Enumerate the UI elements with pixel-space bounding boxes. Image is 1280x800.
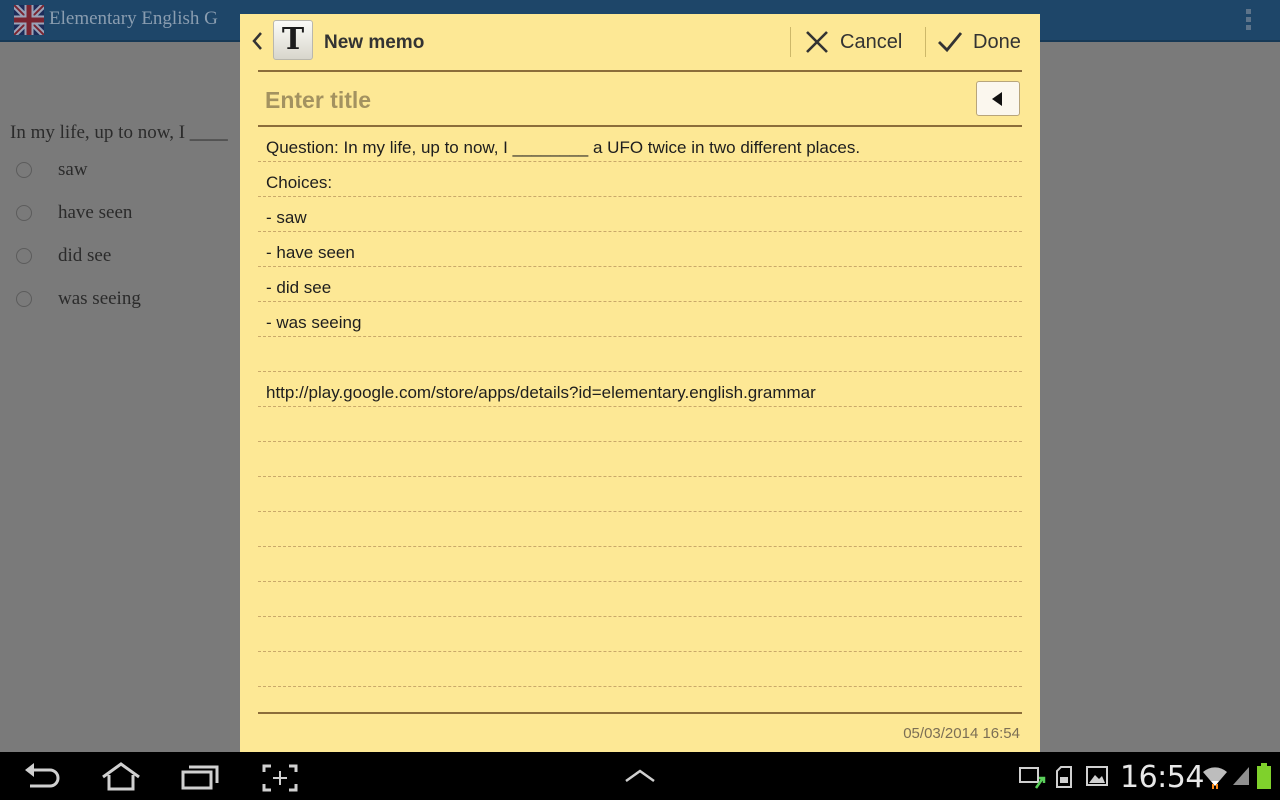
radio-button[interactable] <box>16 205 32 221</box>
sd-card-icon <box>1056 766 1072 788</box>
choice-label: have seen <box>58 202 133 223</box>
memo-line[interactable] <box>258 512 1022 547</box>
menu-up-icon[interactable] <box>624 768 656 784</box>
choice-label: was seeing <box>58 288 141 309</box>
memo-line[interactable]: - saw <box>258 197 1022 232</box>
clock: 16:54 <box>1120 760 1204 795</box>
background-question: In my life, up to now, I ____ <box>10 122 228 143</box>
memo-line[interactable]: - was seeing <box>258 302 1022 337</box>
cancel-button[interactable]: Cancel <box>804 26 902 58</box>
memo-line[interactable] <box>258 582 1022 617</box>
footer-rule <box>258 712 1022 714</box>
header-divider <box>925 27 926 57</box>
gallery-icon <box>1086 766 1108 786</box>
cancel-label: Cancel <box>840 30 903 53</box>
background-choice[interactable]: did see <box>16 243 111 269</box>
memo-line[interactable] <box>258 547 1022 582</box>
memo-line[interactable]: Question: In my life, up to now, I _____… <box>258 127 1022 162</box>
background-choice[interactable]: have seen <box>16 200 132 226</box>
uk-flag-icon <box>14 5 44 35</box>
background-app-title: Elementary English G <box>49 8 218 29</box>
memo-line[interactable] <box>258 617 1022 652</box>
choice-label: saw <box>58 159 88 180</box>
choice-label: did see <box>58 245 112 266</box>
home-icon[interactable] <box>100 762 142 792</box>
close-icon <box>806 31 828 53</box>
memo-body[interactable]: Question: In my life, up to now, I _____… <box>258 127 1022 687</box>
checkmark-icon <box>938 32 963 53</box>
radio-button[interactable] <box>16 291 32 307</box>
header-divider <box>790 27 791 57</box>
memo-dialog: T New memo Cancel Done Question: In my l… <box>240 14 1040 752</box>
wifi-icon <box>1203 767 1227 789</box>
memo-line[interactable]: - have seen <box>258 232 1022 267</box>
collapse-button[interactable] <box>976 81 1020 116</box>
radio-button[interactable] <box>16 162 32 178</box>
memo-line[interactable] <box>258 477 1022 512</box>
background-choice[interactable]: was seeing <box>16 286 141 312</box>
memo-line[interactable] <box>258 442 1022 477</box>
recent-apps-icon[interactable] <box>181 764 219 790</box>
memo-line[interactable] <box>258 337 1022 372</box>
signal-icon <box>1233 767 1249 785</box>
overflow-menu-icon[interactable] <box>1243 9 1253 33</box>
memo-line[interactable]: Choices: <box>258 162 1022 197</box>
screenshot-icon[interactable] <box>262 764 298 792</box>
background-choice[interactable]: saw <box>16 157 88 183</box>
memo-timestamp: 05/03/2014 16:54 <box>903 725 1020 742</box>
done-label: Done <box>973 30 1021 53</box>
header-rule <box>258 70 1022 72</box>
memo-line[interactable]: http://play.google.com/store/apps/detail… <box>258 372 1022 407</box>
triangle-left-icon <box>992 92 1002 106</box>
memo-line[interactable] <box>258 407 1022 442</box>
done-button[interactable]: Done <box>937 26 1021 58</box>
usb-transfer-icon <box>1019 767 1046 789</box>
memo-header-title: New memo <box>324 32 425 53</box>
battery-icon <box>1257 763 1271 789</box>
radio-button[interactable] <box>16 248 32 264</box>
text-memo-icon: T <box>273 20 313 60</box>
back-icon[interactable] <box>22 762 62 792</box>
title-input[interactable] <box>258 73 958 127</box>
system-bar: 16:54 <box>0 752 1280 800</box>
memo-line[interactable]: - did see <box>258 267 1022 302</box>
back-arrow-icon[interactable] <box>250 30 264 52</box>
memo-line[interactable] <box>258 652 1022 687</box>
